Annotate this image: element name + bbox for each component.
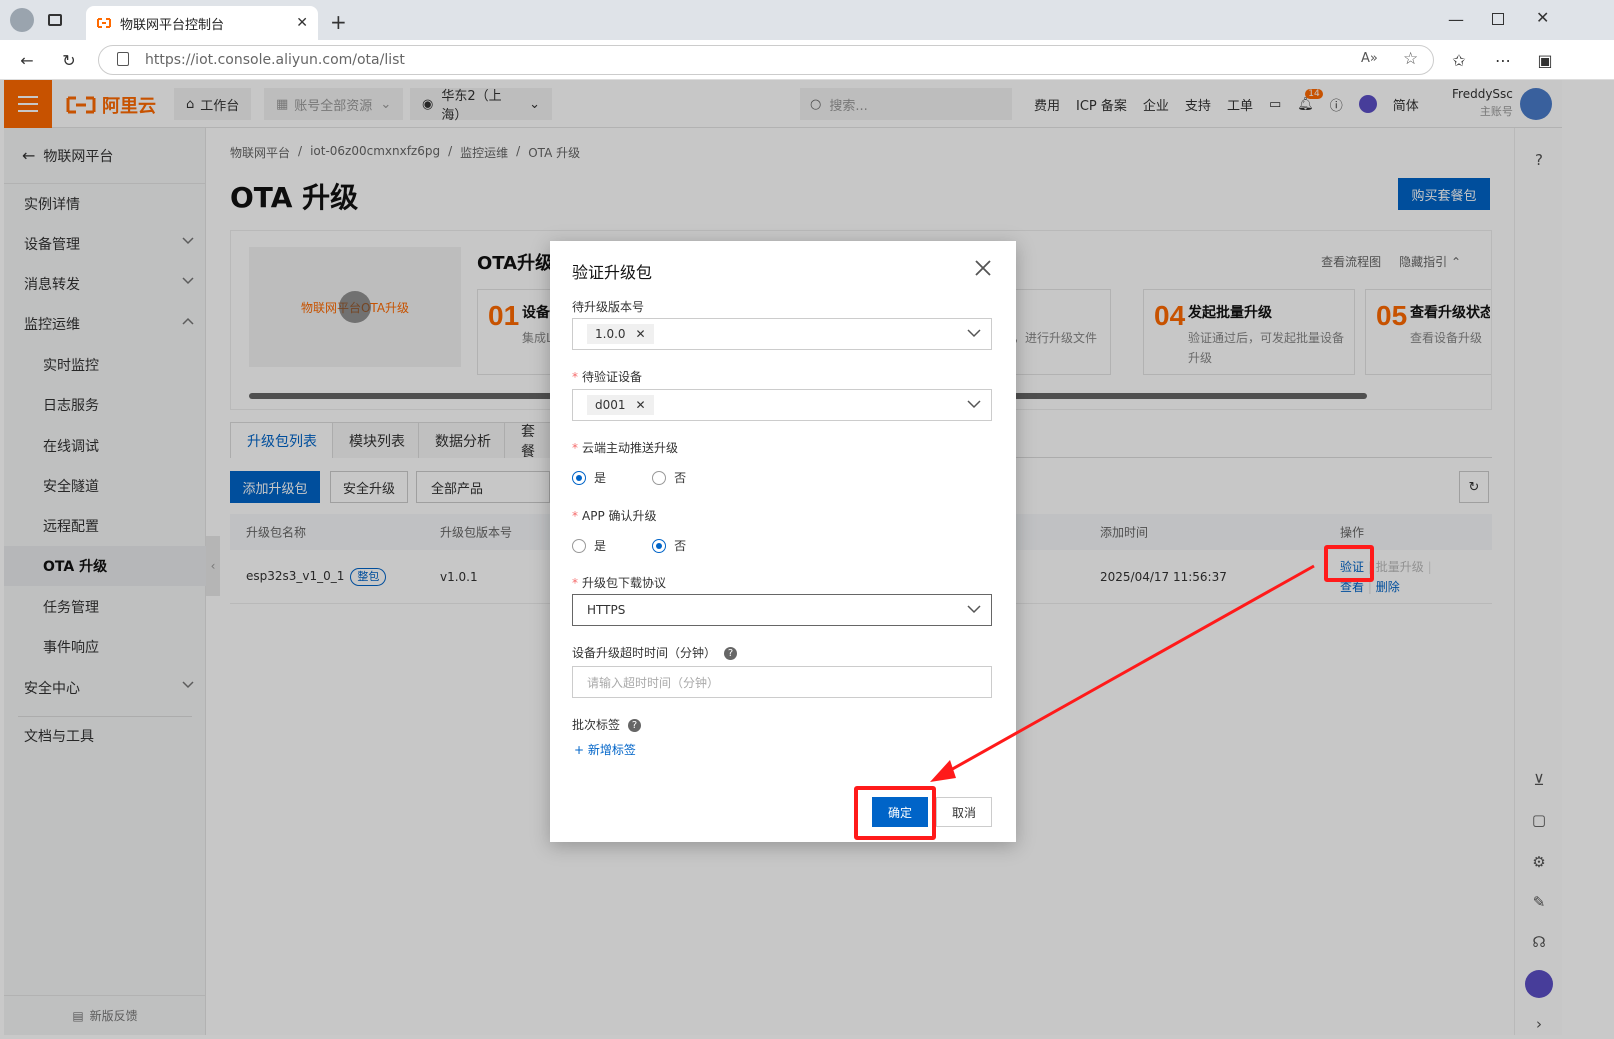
aliyun-favicon-icon <box>96 15 112 31</box>
tab-close-icon[interactable]: ✕ <box>296 15 308 31</box>
url-host: https://iot.console.aliyun.com <box>145 52 353 68</box>
browser-tab-bar: 物联网平台控制台 ✕ + — ✕ <box>0 0 1614 40</box>
browser-tab[interactable]: 物联网平台控制台 ✕ <box>86 6 318 40</box>
profile-icon[interactable] <box>10 8 34 32</box>
console-page: 阿里云 ⌂ 工作台 ▦ 账号全部资源 ⌄ ◉ 华东2（上海） ⌄ ○ 搜索...… <box>4 80 1562 1035</box>
maximize-icon[interactable] <box>1492 13 1504 25</box>
minimize-icon[interactable]: — <box>1448 10 1464 29</box>
favorite-star-icon[interactable]: ☆ <box>1403 49 1418 69</box>
reload-icon[interactable]: ↻ <box>54 45 84 75</box>
lock-icon <box>117 52 129 66</box>
browser-toolbar: ← ↻ https://iot.console.aliyun.com/ota/l… <box>0 40 1614 80</box>
more-icon[interactable]: ⋯ <box>1488 45 1518 75</box>
tab-actions-icon[interactable] <box>48 14 62 26</box>
favorites-icon[interactable]: ✩ <box>1444 45 1474 75</box>
window-close-icon[interactable]: ✕ <box>1536 8 1549 27</box>
annotation-arrow <box>930 564 1315 782</box>
new-tab-icon[interactable]: + <box>330 10 347 34</box>
back-icon[interactable]: ← <box>12 45 42 75</box>
address-bar[interactable]: https://iot.console.aliyun.com/ota/list … <box>98 45 1434 75</box>
read-aloud-icon[interactable]: A» <box>1361 51 1378 66</box>
sidebar-toggle-icon[interactable]: ▣ <box>1530 45 1560 75</box>
url-path: /ota/list <box>352 52 405 68</box>
tab-title: 物联网平台控制台 <box>120 17 225 33</box>
